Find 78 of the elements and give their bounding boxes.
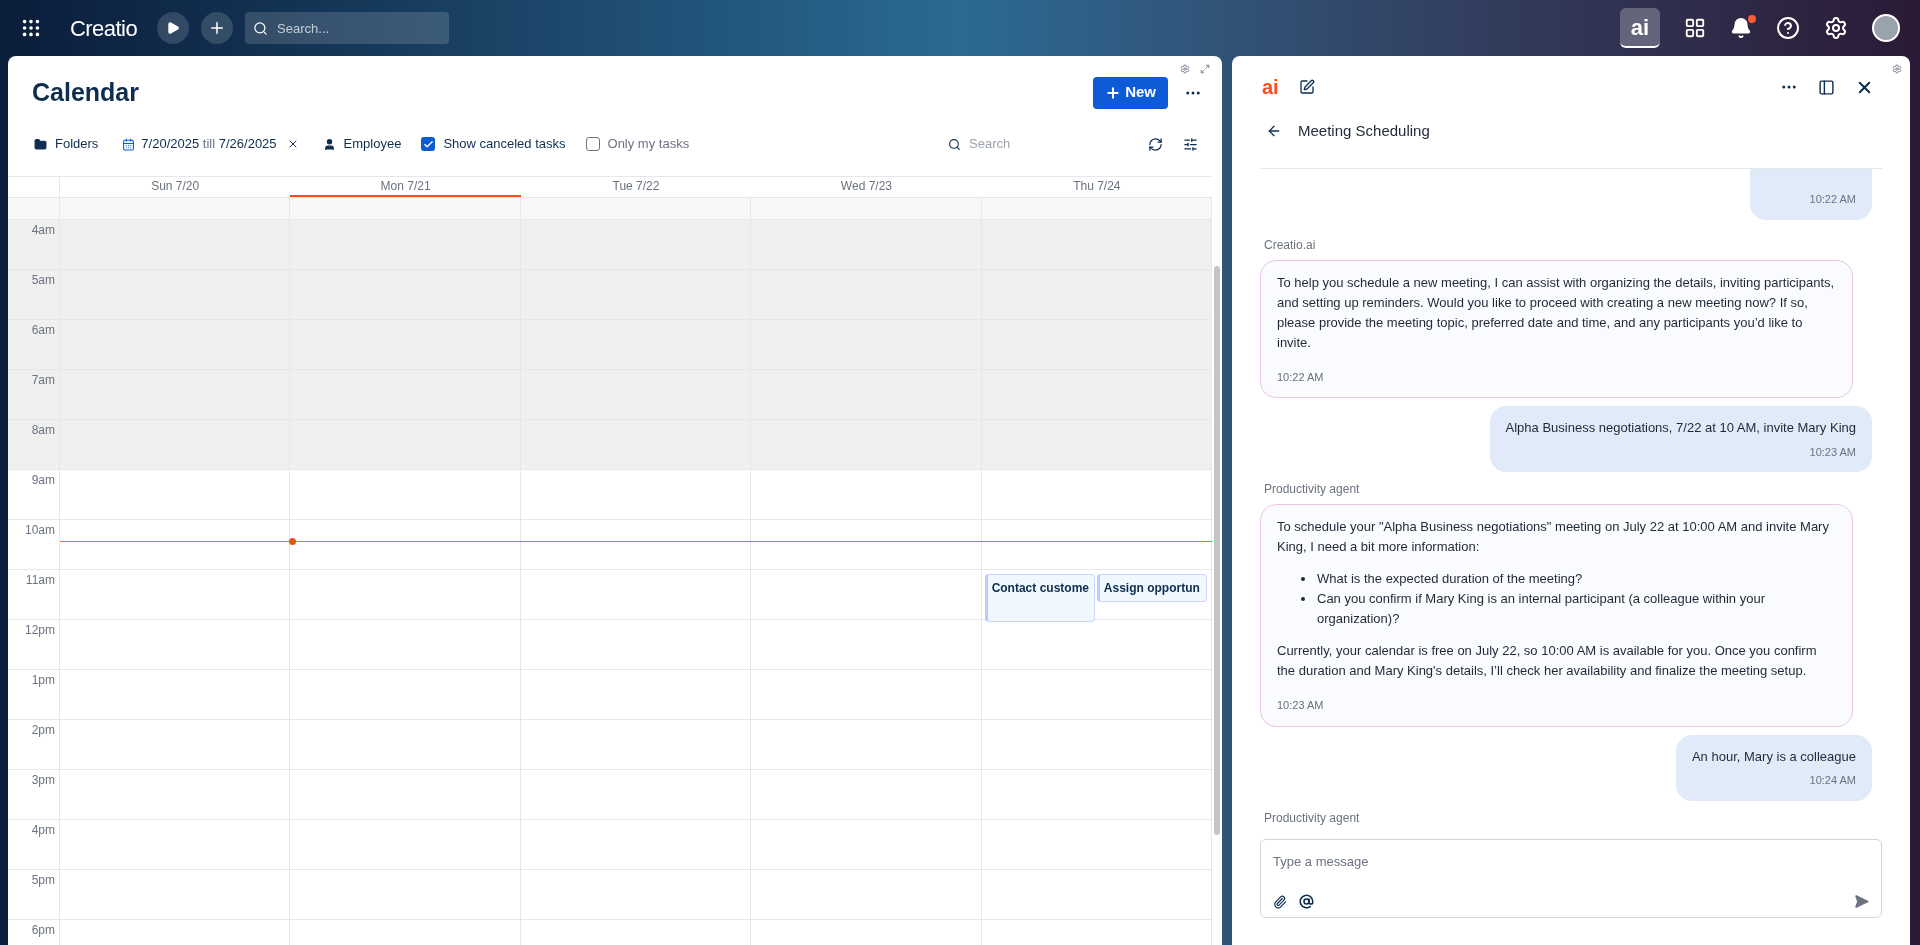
message-text: To schedule your "Alpha Business negotiations" meeting on July 22 at 10:00 AM and invite Mary King, I need a bit more information: [1277,518,1830,556]
check-icon [422,138,434,150]
hour-label: 7am [31,373,55,387]
message-time: 10:23 AM [1809,444,1856,460]
edit-icon[interactable] [1298,79,1315,95]
add-button[interactable] [201,12,234,44]
ai-button[interactable]: ai [1620,8,1660,48]
message-field[interactable]: Type a message [1273,852,1869,872]
checkbox[interactable] [421,137,436,151]
back-icon[interactable] [1266,123,1282,139]
message-time: 10:22 AM [1809,192,1856,207]
list-item: What is the expected duration of the meeting? [1317,570,1583,588]
refresh-icon[interactable] [1148,136,1163,152]
hour-label: 2pm [31,723,55,737]
search-icon [948,136,962,152]
bullet-icon [1301,577,1305,581]
message-time: 10:23 AM [1277,698,1325,713]
expand-icon[interactable] [1200,64,1210,74]
hour-label: 5am [31,273,55,287]
search-icon [253,21,269,36]
attach-icon[interactable] [1273,894,1287,909]
checkbox-label: Only my tasks [607,135,690,154]
hour-label: 4pm [31,823,55,837]
settings-icon[interactable] [1824,16,1848,40]
new-button[interactable]: New [1093,76,1168,109]
hour-label: 6am [31,323,55,337]
message-time: 10:22 AM [1277,369,1325,385]
page-title: Calendar [32,76,139,108]
hour-label: 4am [31,223,55,237]
hour-label: 6pm [31,923,55,937]
app-launcher-icon[interactable] [20,17,42,39]
date-range-filter[interactable]: 7/20/2025 till 7/26/2025 [141,134,277,154]
logo: Creatio [70,14,138,43]
day-header[interactable]: Tue 7/22 [520,177,752,197]
hour-label: 3pm [31,773,55,787]
day-header[interactable]: Sun 7/20 [60,177,291,197]
play-button[interactable] [157,12,190,44]
mention-icon[interactable] [1299,894,1314,909]
day-header[interactable]: Thu 7/24 [981,177,1213,197]
calendar-event[interactable]: Contact custome [984,574,1095,622]
hour-label: 9am [31,473,55,487]
hour-label: 5pm [31,873,55,887]
avatar[interactable] [1872,14,1900,42]
help-icon[interactable] [1776,16,1800,40]
hour-label: 11am [25,573,55,587]
message-text: Currently, your calendar is free on July 22, so 10:00 AM is available for you. Once you confirm the duration and Mary King's details, I’ll check her availability and finalize the meeting setup. [1277,642,1818,680]
sender-name: Productivity agent [1264,481,1361,498]
bell-icon [1730,17,1752,39]
list-item: Can you confirm if Mary King is an internal participant (a colleague within your organization)? [1317,590,1766,628]
send-icon[interactable] [1854,894,1869,909]
sender-name: Productivity agent [1264,809,1361,827]
panel-icon[interactable] [1818,78,1835,96]
hour-label: 10am [24,523,55,537]
message-text: An hour, Mary is a colleague [1691,747,1856,766]
hour-label: 8am [31,423,55,437]
search-field[interactable]: Search [969,134,1108,154]
play-icon [166,21,181,35]
scrollbar[interactable] [1214,266,1220,835]
calendar-event[interactable]: Assign opportun [1096,574,1208,602]
filter-settings-icon[interactable] [1183,136,1198,152]
calendar-icon [122,137,136,151]
folders-button[interactable]: Folders [34,134,99,154]
hour-label: 1pm [31,673,55,687]
message-time: 10:24 AM [1809,773,1856,788]
ai-logo: ai [1262,77,1279,97]
bullet-icon [1301,597,1305,601]
checkbox[interactable] [585,137,600,151]
chat-title: Meeting Scheduling [1298,120,1430,141]
message-text: Alpha Business negotiations, 7/22 at 10 AM, invite Mary King [1505,419,1856,437]
user-icon [322,137,336,151]
message-text: To help you schedule a new meeting, I can assist with organizing the details, inviting participants, and setting up reminders. Would you like to proceed with creating a new meeting now? If so, please provide the meeting topic, preferred date and time, and any participants you’d like to invite. [1277,273,1836,352]
folder-icon [34,137,47,151]
employee-filter[interactable]: Employee [322,134,402,154]
day-header[interactable]: Wed 7/23 [751,177,982,197]
sender-name: Creatio.ai [1264,236,1317,254]
checkbox-label: Show canceled tasks [443,135,566,154]
hour-label: 12pm [24,623,55,637]
apps-icon[interactable] [1684,17,1706,39]
